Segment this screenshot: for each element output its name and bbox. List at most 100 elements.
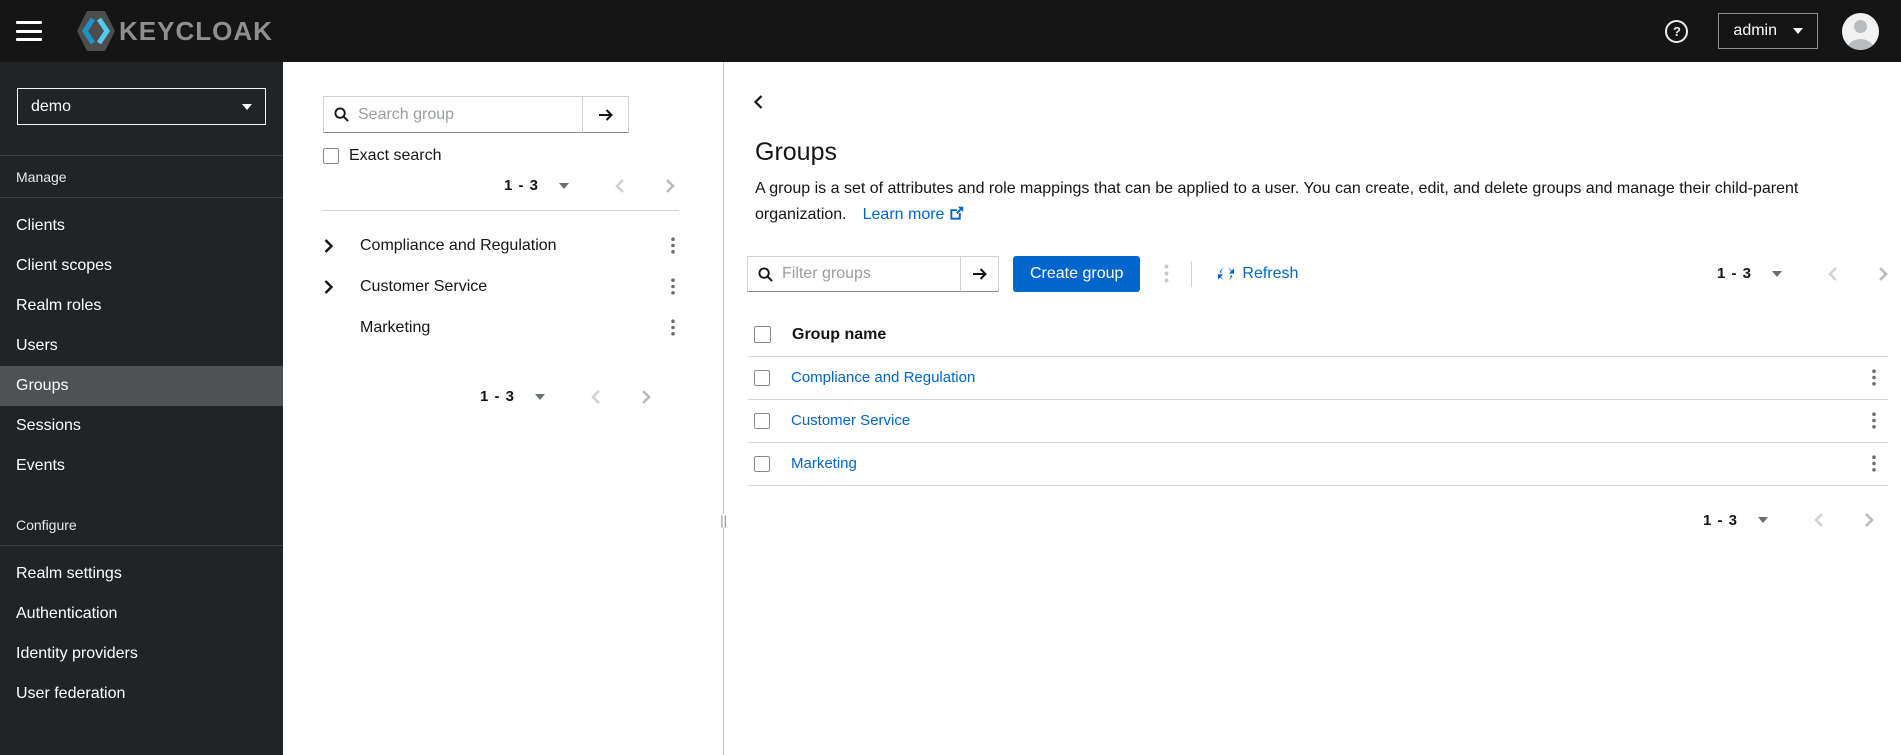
refresh-button[interactable]: Refresh: [1218, 265, 1298, 283]
table-row: Marketing: [748, 443, 1888, 486]
caret-down-icon: [559, 182, 569, 189]
tree-item-marketing[interactable]: Marketing: [323, 307, 679, 348]
group-tree-panel: || Exact sear: [283, 62, 727, 755]
chevron-right-icon: [1865, 513, 1874, 528]
pagination-next-button[interactable]: [1878, 266, 1888, 282]
exact-search-checkbox[interactable]: [323, 148, 339, 164]
sidebar-item-sessions[interactable]: Sessions: [0, 406, 283, 446]
table-pagination-bottom: 1 - 3: [1703, 512, 1874, 529]
search-group-input[interactable]: [323, 96, 583, 133]
tree-item-label: Compliance and Regulation: [360, 236, 557, 254]
table-header-row: Group name: [748, 314, 1888, 357]
kebab-menu-icon[interactable]: [667, 233, 679, 258]
pagination-next-button[interactable]: [665, 178, 675, 194]
kebab-menu-icon[interactable]: [667, 274, 679, 299]
nav-toggle-hamburger-icon[interactable]: [16, 21, 42, 41]
pagination-range: 1 - 3: [503, 177, 539, 194]
groups-toolbar: Create group Refresh 1 - 3: [747, 255, 1888, 292]
tree-item-label: Marketing: [360, 318, 431, 336]
pagination-range: 1 - 3: [479, 388, 515, 405]
pagination-prev-button[interactable]: [615, 178, 625, 194]
sidebar-item-client-scopes[interactable]: Client scopes: [0, 246, 283, 286]
search-group-submit-button[interactable]: [583, 96, 629, 133]
pagination-next-button[interactable]: [641, 389, 651, 405]
keycloak-hexagon-icon: [77, 11, 115, 51]
pagination-options-toggle[interactable]: [559, 182, 569, 189]
sidebar-item-user-federation[interactable]: User federation: [0, 674, 283, 714]
avatar[interactable]: [1842, 12, 1879, 50]
sidebar-item-realm-roles[interactable]: Realm roles: [0, 286, 283, 326]
row-kebab-menu-icon[interactable]: [1868, 408, 1880, 433]
sidebar-item-clients[interactable]: Clients: [0, 206, 283, 246]
row-checkbox[interactable]: [754, 369, 770, 386]
divider: [1191, 260, 1193, 287]
refresh-icon: [1218, 267, 1235, 281]
pagination-options-toggle[interactable]: [535, 393, 545, 400]
row-checkbox[interactable]: [754, 412, 770, 429]
group-link-marketing[interactable]: Marketing: [791, 455, 1868, 472]
page-title: Groups: [755, 138, 837, 166]
collapse-panel-chevron-left-icon[interactable]: [751, 92, 766, 112]
row-kebab-menu-icon[interactable]: [1868, 451, 1880, 476]
sidebar-item-authentication[interactable]: Authentication: [0, 594, 283, 634]
tree-item-compliance-and-regulation[interactable]: Compliance and Regulation: [323, 225, 679, 266]
arrow-right-icon: [598, 108, 613, 121]
select-all-checkbox[interactable]: [754, 326, 771, 344]
exact-search-label: Exact search: [349, 147, 442, 164]
pagination-prev-button[interactable]: [1814, 512, 1824, 528]
tree-item-label: Customer Service: [360, 277, 488, 295]
pagination-prev-button[interactable]: [1828, 266, 1838, 282]
search-icon: [758, 267, 773, 282]
expand-toggle-chevron-right-icon[interactable]: [323, 238, 347, 254]
table-pagination-top: 1 - 3: [1717, 265, 1888, 282]
person-icon: [1847, 19, 1874, 50]
group-link-customer-service[interactable]: Customer Service: [791, 412, 1868, 429]
expand-toggle-chevron-right-icon[interactable]: [323, 279, 347, 295]
sidebar-nav: demo Manage Clients Client scopes Realm …: [0, 62, 283, 755]
sidebar-item-identity-providers[interactable]: Identity providers: [0, 634, 283, 674]
search-icon: [334, 107, 349, 122]
learn-more-link[interactable]: Learn more: [863, 206, 965, 223]
pagination-next-button[interactable]: [1864, 512, 1874, 528]
sidebar-item-events[interactable]: Events: [0, 446, 283, 486]
chevron-right-icon: [666, 178, 675, 193]
tree-pagination-bottom: 1 - 3: [480, 388, 651, 405]
toolbar-kebab-menu-icon[interactable]: [1160, 260, 1173, 287]
arrow-right-icon: [972, 268, 987, 280]
username: admin: [1733, 22, 1777, 39]
caret-down-icon: [1772, 270, 1782, 277]
exact-search-row: Exact search: [323, 147, 679, 165]
pagination-prev-button[interactable]: [591, 389, 601, 405]
table-row: Customer Service: [748, 400, 1888, 443]
filter-groups-input[interactable]: [747, 255, 961, 292]
pagination-options-toggle[interactable]: [1758, 517, 1768, 524]
kebab-menu-icon[interactable]: [667, 315, 679, 340]
groups-table: Group name Compliance and Regulation Cus…: [748, 314, 1888, 486]
realm-selector[interactable]: demo: [17, 88, 266, 125]
filter-groups-submit-button[interactable]: [961, 255, 999, 292]
page-description: A group is a set of attributes and role …: [755, 176, 1862, 229]
column-header-group-name: Group name: [792, 325, 887, 343]
user-menu-dropdown[interactable]: admin: [1718, 13, 1818, 49]
brand-text: KEYCLOAK: [119, 15, 273, 46]
sidebar-item-groups[interactable]: Groups: [0, 366, 283, 406]
sidebar-item-realm-settings[interactable]: Realm settings: [0, 554, 283, 594]
nav-section-manage-heading: Manage: [16, 169, 67, 185]
group-link-compliance-and-regulation[interactable]: Compliance and Regulation: [791, 369, 1868, 386]
nav-section-configure-heading: Configure: [16, 517, 77, 533]
sidebar-item-users[interactable]: Users: [0, 326, 283, 366]
external-link-icon: [950, 207, 964, 220]
create-group-button[interactable]: Create group: [1013, 255, 1141, 292]
chevron-down-icon: [242, 103, 252, 110]
table-row: Compliance and Regulation: [748, 357, 1888, 400]
row-checkbox[interactable]: [754, 455, 770, 472]
help-icon[interactable]: ?: [1665, 19, 1689, 43]
panel-resize-handle[interactable]: ||: [720, 514, 727, 527]
tree-item-customer-service[interactable]: Customer Service: [323, 266, 679, 307]
chevron-left-icon: [591, 389, 600, 404]
row-kebab-menu-icon[interactable]: [1868, 365, 1880, 390]
chevron-left-icon: [1814, 513, 1823, 528]
chevron-left-icon: [615, 178, 624, 193]
refresh-label: Refresh: [1242, 264, 1299, 282]
pagination-options-toggle[interactable]: [1772, 270, 1782, 277]
